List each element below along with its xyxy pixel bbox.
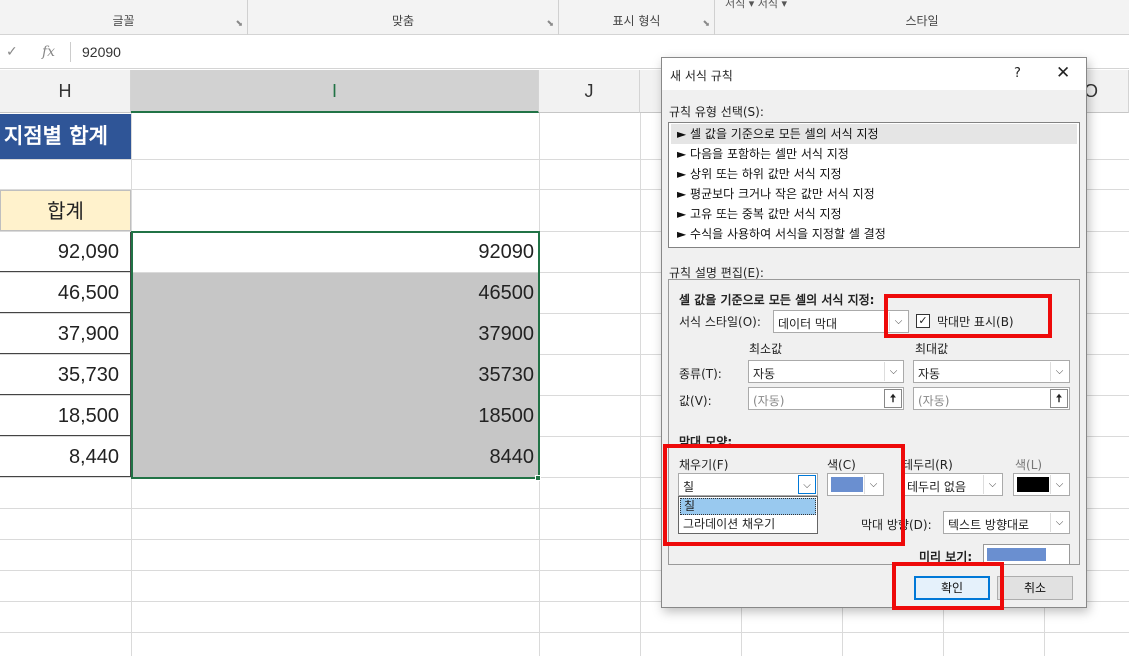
rule-type-item[interactable]: ► 고유 또는 중복 값만 서식 지정 xyxy=(671,204,1077,224)
value-label: 값(V): xyxy=(679,394,712,408)
row-line xyxy=(0,632,1129,633)
chevron-down-icon[interactable]: ⌵ xyxy=(983,475,1001,494)
cancel-icon[interactable]: ✓ xyxy=(6,44,18,60)
selection-border xyxy=(131,231,540,479)
title-cell[interactable]: 지점별 합계 xyxy=(0,114,131,159)
column-header-h[interactable]: H xyxy=(0,70,131,113)
ribbon-group-font: 글꼴 ⬊ xyxy=(0,0,248,35)
dialog-title: 새 서식 규칙 xyxy=(670,69,733,83)
chevron-down-icon[interactable]: ⌵ xyxy=(1050,475,1068,494)
rule-type-label: 규칙 유형 선택(S): xyxy=(669,105,764,119)
chevron-down-icon[interactable]: ⌵ xyxy=(1050,362,1068,381)
highlight-ok xyxy=(892,562,1004,610)
border-select[interactable]: 테두리 없음 ⌵ xyxy=(902,473,1003,496)
chevron-down-icon[interactable]: ⌵ xyxy=(884,362,902,381)
formula-input[interactable]: 92090 xyxy=(82,44,121,60)
max-value-input[interactable]: (자동) 🠅 xyxy=(913,387,1070,410)
rule-type-item[interactable]: ► 수식을 사용하여 서식을 지정할 셀 결정 xyxy=(671,224,1077,244)
max-type-select[interactable]: 자동 ⌵ xyxy=(913,360,1070,383)
ribbon-group-label: 글꼴 xyxy=(112,14,135,28)
format-style-label: 서식 스타일(O): xyxy=(679,315,761,329)
dialog-titlebar: 새 서식 규칙 ? ✕ xyxy=(662,58,1086,90)
ribbon-group-styles: 서식 ▾ 서식 ▾ 스타일 xyxy=(715,0,1129,35)
column-header-j[interactable]: J xyxy=(539,70,640,113)
style-buttons[interactable]: 서식 ▾ 서식 ▾ xyxy=(725,0,787,11)
type-label: 종류(T): xyxy=(679,367,722,381)
max-value: (자동) xyxy=(918,394,950,408)
min-type-value: 자동 xyxy=(753,367,776,381)
ribbon-group-label: 맞춤 xyxy=(391,14,415,28)
border-value: 테두리 없음 xyxy=(907,480,967,494)
ribbon-bottom: 글꼴 ⬊ 맞춤 ⬊ 표시 형식 ⬊ 서식 ▾ 서식 ▾ 스타일 xyxy=(0,0,1129,35)
rule-type-list[interactable]: ► 셀 값을 기준으로 모든 셀의 서식 지정 ► 다음을 포함하는 셀만 서식… xyxy=(668,122,1080,248)
rule-type-item[interactable]: ► 셀 값을 기준으로 모든 셀의 서식 지정 xyxy=(671,124,1077,144)
max-label: 최대값 xyxy=(915,342,949,356)
divider xyxy=(70,42,71,62)
max-type-value: 자동 xyxy=(918,367,941,381)
ribbon-group-alignment: 맞춤 ⬊ xyxy=(248,0,559,35)
col-line xyxy=(943,608,944,656)
ribbon-group-label: 표시 형식 xyxy=(612,14,661,28)
column-header-i[interactable]: I xyxy=(131,70,539,113)
highlight-fill xyxy=(663,444,905,546)
rule-type-item[interactable]: ► 다음을 포함하는 셀만 서식 지정 xyxy=(671,144,1077,164)
fx-icon[interactable]: fx xyxy=(42,44,55,60)
cancel-button[interactable]: 취소 xyxy=(997,576,1073,600)
col-line xyxy=(741,608,742,656)
close-icon[interactable]: ✕ xyxy=(1056,63,1070,83)
ribbon-group-number: 표시 형식 ⬊ xyxy=(559,0,715,35)
dialog-launcher-icon[interactable]: ⬊ xyxy=(702,19,710,29)
border-color-label: 색(L) xyxy=(1015,458,1043,472)
fill-handle[interactable] xyxy=(535,475,541,481)
ribbon-group-label: 스타일 xyxy=(905,14,939,28)
col-line xyxy=(842,608,843,656)
h-cell[interactable]: 37,900 xyxy=(0,314,131,354)
min-value: (자동) xyxy=(753,394,785,408)
range-select-icon[interactable]: 🠅 xyxy=(1050,389,1068,408)
dialog-launcher-icon[interactable]: ⬊ xyxy=(546,19,554,29)
new-format-rule-dialog: 새 서식 규칙 ? ✕ 규칙 유형 선택(S): ► 셀 값을 기준으로 모든 … xyxy=(661,57,1087,610)
direction-value: 텍스트 방향대로 xyxy=(948,518,1030,532)
h-cell[interactable]: 8,440 xyxy=(0,437,131,477)
chevron-down-icon[interactable]: ⌵ xyxy=(1050,513,1068,532)
min-value-input[interactable]: (자동) 🠅 xyxy=(748,387,904,410)
rule-type-item[interactable]: ► 상위 또는 하위 값만 서식 지정 xyxy=(671,164,1077,184)
h-cell[interactable]: 46,500 xyxy=(0,273,131,313)
preview-bar xyxy=(987,548,1046,561)
help-button[interactable]: ? xyxy=(1014,66,1021,81)
rule-type-item[interactable]: ► 평균보다 크거나 작은 값만 서식 지정 xyxy=(671,184,1077,204)
highlight-bar-only xyxy=(884,294,1052,338)
direction-select[interactable]: 텍스트 방향대로 ⌵ xyxy=(943,511,1070,534)
col-line xyxy=(640,113,641,656)
h-cell[interactable]: 18,500 xyxy=(0,396,131,436)
section-title: 셀 값을 기준으로 모든 셀의 서식 지정: xyxy=(679,293,875,307)
border-color-picker[interactable]: ⌵ xyxy=(1013,473,1070,496)
border-label: 테두리(R) xyxy=(902,458,953,472)
range-select-icon[interactable]: 🠅 xyxy=(884,389,902,408)
total-header-cell[interactable]: 합계 xyxy=(0,190,131,231)
h-cell[interactable]: 35,730 xyxy=(0,355,131,395)
dialog-launcher-icon[interactable]: ⬊ xyxy=(235,19,243,29)
col-line xyxy=(1044,608,1045,656)
h-cell[interactable]: 92,090 xyxy=(0,232,131,272)
format-style-value: 데이터 막대 xyxy=(778,317,838,331)
min-type-select[interactable]: 자동 ⌵ xyxy=(748,360,904,383)
min-label: 최소값 xyxy=(749,342,783,356)
border-color-swatch xyxy=(1017,477,1049,492)
